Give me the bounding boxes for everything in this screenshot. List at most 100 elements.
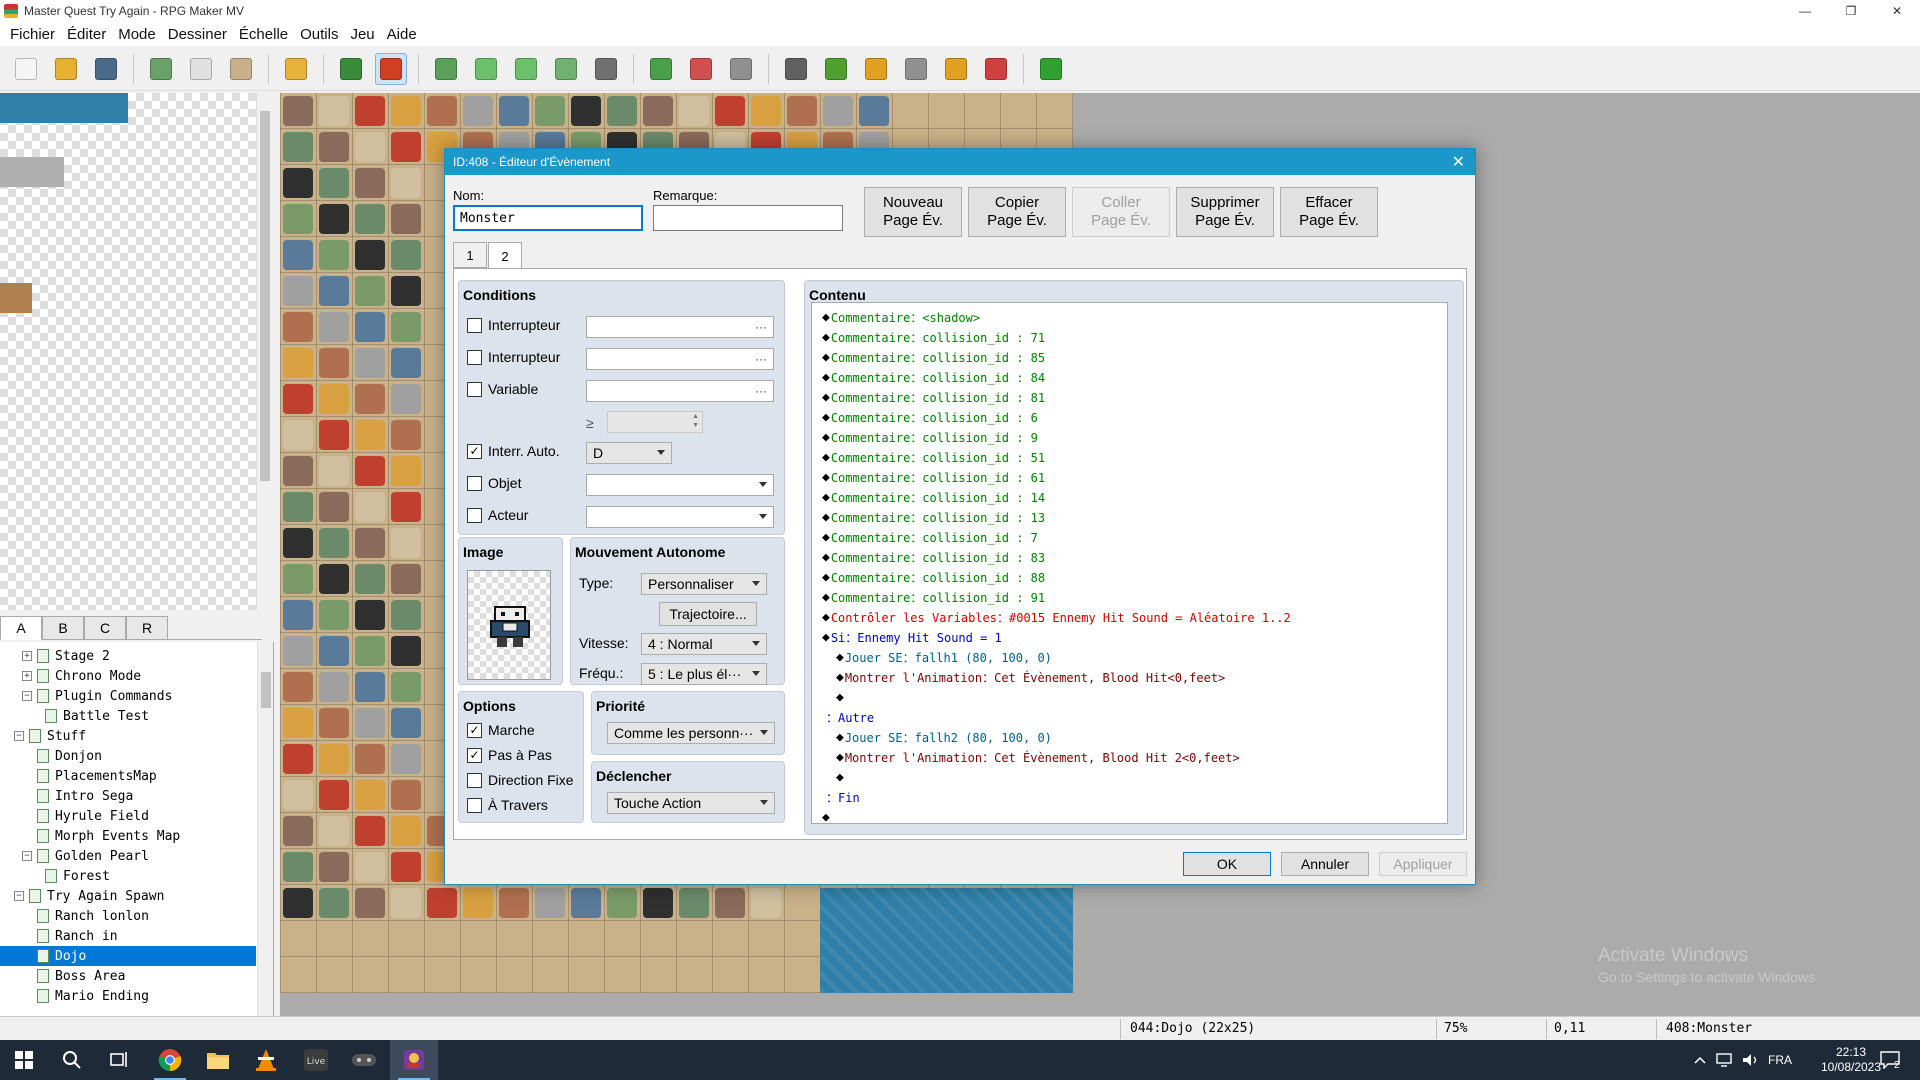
zoom-out-button[interactable] [685,53,717,85]
database-button[interactable] [780,53,812,85]
switch1-selector[interactable]: ··· [586,316,774,338]
event-command-line[interactable]: ◆ Commentaire：collision_id : 83 [822,547,1045,567]
self-switch-checkbox[interactable]: ✓ Interr. Auto. [467,443,560,459]
map-tile-sprite[interactable] [391,708,421,738]
variable-selector[interactable]: ··· [586,380,774,402]
map-tile-sprite[interactable] [319,636,349,666]
copy-button[interactable] [185,53,217,85]
switch2-checkbox[interactable]: Interrupteur [467,349,560,365]
map-tree-item[interactable]: − Golden Pearl [0,846,149,866]
map-tile-sprite[interactable] [283,96,313,126]
frequency-combo[interactable]: 5 : Le plus él··· [641,663,767,685]
tileset-tab-b[interactable]: B [42,616,84,640]
map-tile-sprite[interactable] [355,240,385,270]
map-tile-sprite[interactable] [319,204,349,234]
event-mode-button[interactable] [375,52,407,85]
map-tile-sprite[interactable] [607,888,637,918]
map-tile-sprite[interactable] [355,420,385,450]
map-tile-sprite[interactable] [391,744,421,774]
map-tile-sprite[interactable] [355,384,385,414]
map-tile-sprite[interactable] [355,708,385,738]
fill-button[interactable] [550,53,582,85]
map-tile-sprite[interactable] [391,564,421,594]
map-tile-sprite[interactable] [319,168,349,198]
rectangle-button[interactable] [470,53,502,85]
task-view-icon[interactable] [96,1040,144,1080]
map-tile-sprite[interactable] [679,888,709,918]
event-command-line[interactable]: ◆ Commentaire：collision_id : 13 [822,507,1045,527]
map-tile-sprite[interactable] [283,672,313,702]
map-tile-sprite[interactable] [283,636,313,666]
event-command-line[interactable]: ◆ Commentaire：collision_id : 91 [822,587,1045,607]
map-tree-scrollbar[interactable] [257,642,273,1016]
map-tree-item[interactable]: Battle Test [0,706,149,726]
map-tile-sprite[interactable] [319,312,349,342]
collapse-icon[interactable]: − [22,691,32,701]
ellipse-button[interactable] [510,53,542,85]
map-tile-sprite[interactable] [427,96,457,126]
map-tile-sprite[interactable] [391,168,421,198]
expand-icon[interactable]: + [22,651,32,661]
windows-start-icon[interactable] [0,1040,48,1080]
event-command-line[interactable]: ◆ Contrôler les Variables：#0015 Ennemy Hi… [822,607,1291,627]
map-tile-sprite[interactable] [391,348,421,378]
map-tile-sprite[interactable] [319,456,349,486]
event-command-line[interactable]: ：Autre [822,707,874,727]
map-tile-sprite[interactable] [283,492,313,522]
map-tile-sprite[interactable] [355,852,385,882]
spin-up-icon[interactable]: ▲ [692,413,699,420]
self-switch-box[interactable]: ✓ [467,443,482,459]
map-tree-item[interactable]: + Stage 2 [0,646,110,666]
item-combo[interactable] [586,474,774,496]
event-command-line[interactable]: ◆ Commentaire：collision_id : 6 [822,407,1038,427]
map-tile-sprite[interactable] [319,240,349,270]
map-tile-sprite[interactable] [463,96,493,126]
delete-page-button[interactable]: Supprimer Page Év. [1176,187,1274,237]
map-tile-sprite[interactable] [391,492,421,522]
map-tree-item[interactable]: Ranch lonlon [0,906,149,926]
file-explorer-icon[interactable] [194,1040,242,1080]
map-tile-sprite[interactable] [355,96,385,126]
map-tree-scroll-thumb[interactable] [261,672,271,708]
map-tile-sprite[interactable] [319,816,349,846]
rpg-maker-icon[interactable] [390,1040,438,1080]
variable-checkbox[interactable]: Variable [467,381,538,397]
map-tile-sprite[interactable] [679,96,709,126]
map-tile-sprite[interactable] [283,168,313,198]
event-searcher-button[interactable] [900,53,932,85]
map-tree-item[interactable]: Hyrule Field [0,806,149,826]
item-box[interactable] [467,475,482,491]
event-command-line[interactable]: ◆ Commentaire：collision_id : 14 [822,487,1045,507]
new-page-button[interactable]: Nouveau Page Év. [864,187,962,237]
map-tile-sprite[interactable] [787,96,817,126]
page-tab-2[interactable]: 2 [488,242,522,270]
map-tile-sprite[interactable] [859,96,889,126]
map-tile-sprite[interactable] [391,456,421,486]
move-route-button[interactable]: Trajectoire... [659,602,757,626]
event-command-line[interactable]: ◆ Commentaire：collision_id : 71 [822,327,1045,347]
map-tile-sprite[interactable] [355,132,385,162]
map-tile-sprite[interactable] [283,708,313,738]
map-tile-sprite[interactable] [283,420,313,450]
map-tile-sprite[interactable] [391,636,421,666]
paste-page-button[interactable]: Coller Page Év. [1072,187,1170,237]
event-command-line[interactable]: ◆ Commentaire：<shadow> [822,307,980,327]
event-command-line[interactable]: ◆ Commentaire：collision_id : 84 [822,367,1045,387]
map-tile-sprite[interactable] [283,348,313,378]
actor-box[interactable] [467,507,482,523]
collapse-icon[interactable]: − [14,891,24,901]
tileset-tab-r[interactable]: R [126,616,168,640]
map-tile-sprite[interactable] [283,780,313,810]
map-tile-sprite[interactable] [391,888,421,918]
tray-chevron-icon[interactable] [1694,1040,1706,1080]
map-tile-sprite[interactable] [319,672,349,702]
map-tile-sprite[interactable] [355,816,385,846]
stepping-anim-box[interactable]: ✓ [467,747,482,763]
save-project-button[interactable] [90,53,122,85]
map-tile-sprite[interactable] [391,600,421,630]
event-command-line[interactable]: ◆ Commentaire：collision_id : 61 [822,467,1045,487]
map-tile-sprite[interactable] [319,528,349,558]
zoom-actual-button[interactable] [725,53,757,85]
map-tile-sprite[interactable] [283,384,313,414]
plugin-manager-button[interactable] [820,53,852,85]
